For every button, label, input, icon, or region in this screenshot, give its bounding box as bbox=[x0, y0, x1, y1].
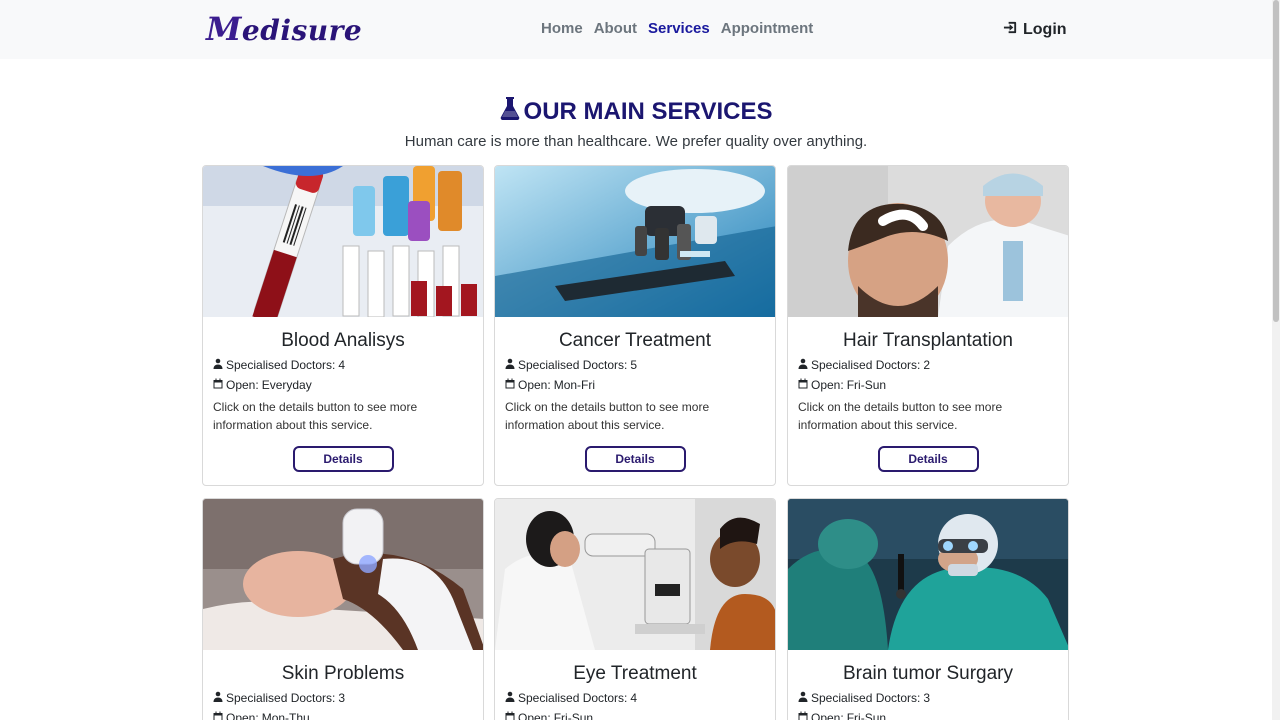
service-image-skin bbox=[203, 499, 483, 650]
section-title: OUR MAIN SERVICES bbox=[0, 96, 1272, 127]
user-doctor-icon bbox=[213, 691, 223, 705]
flask-icon bbox=[500, 96, 520, 127]
service-card: Eye Treatment Specialised Doctors: 4 Ope… bbox=[494, 498, 776, 720]
service-image-hair bbox=[788, 166, 1068, 317]
calendar-icon bbox=[213, 711, 223, 720]
calendar-icon bbox=[505, 711, 515, 720]
nav-link-services[interactable]: Services bbox=[648, 20, 710, 37]
service-open-days: Open: Fri-Sun bbox=[798, 378, 1068, 392]
sign-in-icon bbox=[1003, 20, 1018, 40]
details-button[interactable]: Details bbox=[584, 446, 686, 472]
service-card: Blood Analisys Specialised Doctors: 4 Op… bbox=[202, 165, 484, 486]
service-description: Click on the details button to see more … bbox=[505, 400, 710, 432]
service-open-days: Open: Mon-Fri bbox=[505, 378, 775, 392]
service-image-eye bbox=[495, 499, 775, 650]
service-open-days: Open: Fri-Sun bbox=[798, 711, 1068, 720]
service-title: Cancer Treatment bbox=[558, 330, 712, 351]
service-title: Skin Problems bbox=[281, 663, 405, 684]
service-open-days: Open: Fri-Sun bbox=[505, 711, 775, 720]
service-image-blood bbox=[203, 166, 483, 317]
service-title: Blood Analisys bbox=[281, 330, 405, 351]
user-doctor-icon bbox=[213, 358, 223, 372]
service-doctors: Specialised Doctors: 5 bbox=[505, 358, 775, 372]
service-description: Click on the details button to see more … bbox=[213, 400, 418, 432]
calendar-icon bbox=[798, 378, 808, 392]
user-doctor-icon bbox=[798, 358, 808, 372]
service-image-cancer bbox=[495, 166, 775, 317]
calendar-icon bbox=[213, 378, 223, 392]
section-title-text: OUR MAIN SERVICES bbox=[523, 97, 773, 125]
service-open-days: Open: Everyday bbox=[213, 378, 483, 392]
service-doctors: Specialised Doctors: 4 bbox=[505, 691, 775, 705]
service-image-brain bbox=[788, 499, 1068, 650]
section-subtitle: Human care is more than healthcare. We p… bbox=[404, 133, 868, 150]
service-doctors: Specialised Doctors: 3 bbox=[798, 691, 1068, 705]
login-label: Login bbox=[1023, 21, 1067, 38]
service-title: Hair Transplantation bbox=[842, 330, 1014, 351]
service-title: Eye Treatment bbox=[573, 663, 697, 684]
service-doctors: Specialised Doctors: 2 bbox=[798, 358, 1068, 372]
service-title: Brain tumor Surgary bbox=[842, 663, 1013, 684]
calendar-icon bbox=[798, 711, 808, 720]
page-scrollbar[interactable] bbox=[1272, 0, 1280, 720]
user-doctor-icon bbox=[505, 358, 515, 372]
service-card: Brain tumor Surgary Specialised Doctors:… bbox=[787, 498, 1069, 720]
login-button[interactable]: Login bbox=[1003, 20, 1067, 40]
details-button[interactable]: Details bbox=[877, 446, 979, 472]
service-card: Hair Transplantation Specialised Doctors… bbox=[787, 165, 1069, 486]
nav-link-home[interactable]: Home bbox=[541, 20, 583, 37]
service-open-days: Open: Mon-Thu bbox=[213, 711, 483, 720]
nav-link-appointment[interactable]: Appointment bbox=[721, 20, 813, 37]
service-doctors: Specialised Doctors: 3 bbox=[213, 691, 483, 705]
user-doctor-icon bbox=[798, 691, 808, 705]
navbar: Medisure Home About Services Appointment… bbox=[0, 0, 1272, 59]
details-button[interactable]: Details bbox=[292, 446, 394, 472]
calendar-icon bbox=[505, 378, 515, 392]
scrollbar-thumb[interactable] bbox=[1273, 0, 1279, 322]
user-doctor-icon bbox=[505, 691, 515, 705]
service-description: Click on the details button to see more … bbox=[798, 400, 1003, 432]
nav-link-about[interactable]: About bbox=[594, 20, 637, 37]
brand-logo[interactable]: Medisure bbox=[206, 10, 362, 48]
service-card: Cancer Treatment Specialised Doctors: 5 … bbox=[494, 165, 776, 486]
nav-menu: Home About Services Appointment bbox=[541, 20, 813, 37]
service-card: Skin Problems Specialised Doctors: 3 Ope… bbox=[202, 498, 484, 720]
service-doctors: Specialised Doctors: 4 bbox=[213, 358, 483, 372]
